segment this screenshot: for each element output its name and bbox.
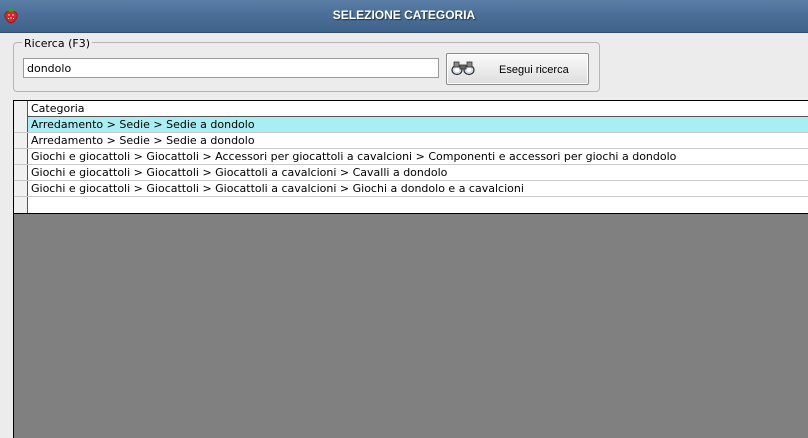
search-group-label: Ricerca (F3) [22, 37, 92, 50]
title-bar[interactable]: SELEZIONE CATEGORIA [0, 0, 808, 33]
column-header-categoria[interactable]: Categoria [28, 101, 808, 117]
table-row[interactable]: Giochi e giocattoli > Giocattoli > Acces… [14, 149, 808, 165]
table-cell-categoria: Giochi e giocattoli > Giocattoli > Gioca… [31, 166, 448, 179]
table-row[interactable]: Arredamento > Sedie > Sedie a dondolo [14, 117, 808, 133]
row-indicator[interactable] [14, 149, 28, 164]
row-indicator[interactable] [14, 133, 28, 148]
row-indicator[interactable] [14, 181, 28, 196]
search-button-label: Esegui ricerca [499, 64, 569, 76]
row-indicator[interactable] [14, 117, 28, 132]
table-cell-categoria: Giochi e giocattoli > Giocattoli > Gioca… [31, 182, 524, 195]
column-header-label: Categoria [31, 102, 85, 115]
grid-body: Categoria Arredamento > Sedie > Sedie a … [14, 101, 808, 214]
table-row[interactable]: Giochi e giocattoli > Giocattoli > Gioca… [14, 165, 808, 181]
table-cell-categoria: Arredamento > Sedie > Sedie a dondolo [31, 134, 255, 147]
binoculars-icon [451, 61, 475, 76]
table-cell-categoria: Arredamento > Sedie > Sedie a dondolo [28, 117, 808, 132]
table-row[interactable]: Arredamento > Sedie > Sedie a dondolo [14, 133, 808, 149]
row-indicator[interactable] [14, 165, 28, 180]
results-grid[interactable]: Categoria Arredamento > Sedie > Sedie a … [13, 100, 808, 438]
search-button[interactable]: Esegui ricerca [446, 53, 589, 85]
search-input[interactable] [23, 58, 439, 78]
table-row[interactable]: Giochi e giocattoli > Giocattoli > Gioca… [14, 181, 808, 197]
table-cell-categoria: Giochi e giocattoli > Giocattoli > Acces… [31, 150, 677, 163]
window-title: SELEZIONE CATEGORIA [332, 8, 476, 22]
